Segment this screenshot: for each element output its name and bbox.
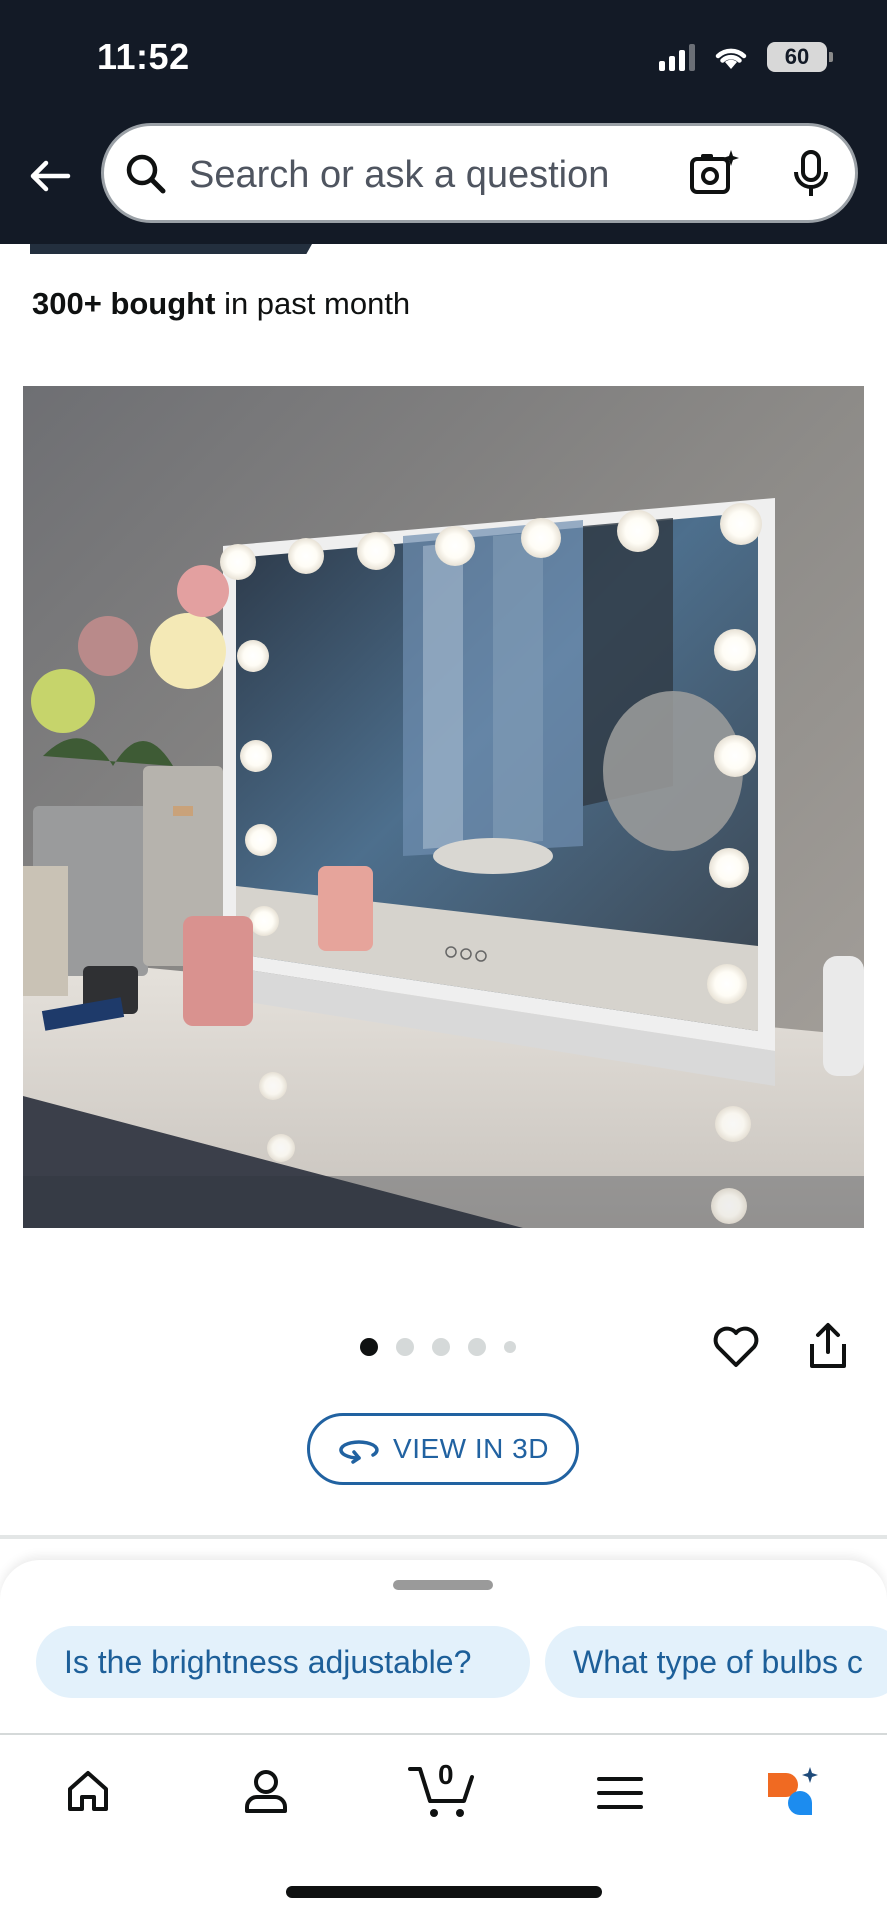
- rotate-3d-icon: [339, 1440, 379, 1464]
- back-arrow-icon[interactable]: [26, 152, 74, 200]
- search-bar[interactable]: Search or ask a question: [101, 123, 858, 223]
- heart-icon[interactable]: [712, 1325, 760, 1369]
- camera-search-icon[interactable]: [688, 148, 740, 200]
- section-divider: [0, 1535, 887, 1539]
- microphone-icon[interactable]: [791, 148, 831, 200]
- cart-count: 0: [438, 1759, 454, 1790]
- carousel-dot[interactable]: [360, 1338, 378, 1356]
- cellular-signal-icon: [659, 43, 695, 71]
- carousel-dot[interactable]: [468, 1338, 486, 1356]
- sheet-drag-handle[interactable]: [393, 1580, 493, 1590]
- account-icon[interactable]: [242, 1767, 290, 1815]
- carousel-dot[interactable]: [396, 1338, 414, 1356]
- top-header: 11:52 60 Search or ask a question: [0, 0, 887, 244]
- menu-icon[interactable]: [597, 1775, 643, 1811]
- carousel-dot[interactable]: [432, 1338, 450, 1356]
- status-icons: 60: [659, 42, 833, 72]
- image-carousel-dots[interactable]: [360, 1338, 516, 1356]
- bought-in-past-month: 300+ bought in past month: [32, 286, 411, 321]
- view-in-3d-label: VIEW IN 3D: [393, 1433, 549, 1464]
- status-time: 11:52: [97, 36, 190, 77]
- suggestion-sheet: Is the brightness adjustable? What type …: [0, 1560, 887, 1735]
- suggestion-chip[interactable]: What type of bulbs c: [545, 1626, 887, 1698]
- carousel-dot[interactable]: [504, 1341, 516, 1353]
- product-page: 11:52 60 Search or ask a question 300+ b…: [0, 0, 887, 1920]
- battery-indicator: 60: [767, 42, 833, 72]
- wifi-icon: [715, 48, 747, 69]
- product-image[interactable]: [23, 386, 864, 1228]
- suggestion-chip[interactable]: Is the brightness adjustable?: [36, 1626, 530, 1698]
- rufus-assistant-icon[interactable]: [762, 1765, 824, 1817]
- home-indicator: [286, 1886, 602, 1898]
- cart-button[interactable]: 0: [408, 1759, 478, 1821]
- home-icon[interactable]: [64, 1767, 112, 1815]
- share-icon[interactable]: [806, 1322, 850, 1370]
- search-placeholder: Search or ask a question: [189, 154, 610, 196]
- search-icon: [126, 154, 166, 194]
- view-in-3d-button[interactable]: VIEW IN 3D: [307, 1413, 579, 1485]
- header-tab-remnant: [30, 244, 312, 254]
